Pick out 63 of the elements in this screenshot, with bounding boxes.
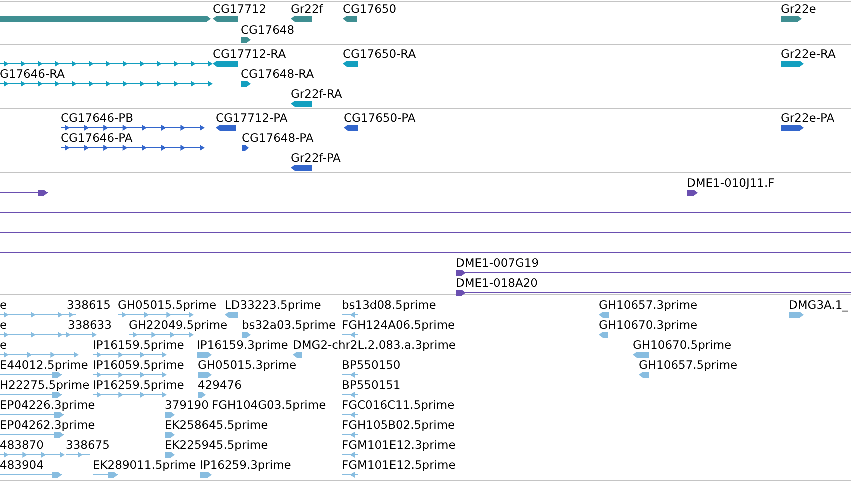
feature-label: IP16059.5prime (93, 358, 184, 372)
feature-label: Gr22e-RA (781, 47, 836, 61)
feature-label: 338633 (68, 318, 112, 332)
feature-label: EK225945.5prime (165, 438, 268, 452)
feature-label: Gr22e-PA (781, 111, 835, 125)
feature-label: FGH105B02.5prime (342, 418, 456, 432)
feature-label: 483904 (0, 458, 44, 472)
feature-label: EP04226.3prime (0, 398, 96, 412)
feature-label: Gr22f-PA (291, 151, 341, 165)
feature-label: DME1-018A20 (456, 276, 538, 290)
feature-label: CG17646-PB (61, 111, 134, 125)
feature-label: bs32a03.5prime (242, 318, 336, 332)
feature-label: EK258645.5prime (165, 418, 268, 432)
feature-label: 379190 (165, 398, 209, 412)
feature-label: IP16259.5prime (93, 378, 184, 392)
feature-label: DMG3A.1_ (789, 298, 848, 312)
feature-label: GH05015.5prime (118, 298, 217, 312)
feature-label: CG17712-PA (216, 111, 288, 125)
feature-label: BP550151 (342, 378, 401, 392)
feature-label: Gr22f (291, 2, 324, 16)
feature-label: Gr22f-RA (291, 87, 342, 101)
feature-label: CG17646-PA (61, 131, 133, 145)
feature-label: Gr22e (781, 2, 816, 16)
feature-label: CG17648-PA (242, 131, 314, 145)
feature-label: G17646-RA (0, 67, 66, 81)
feature-label: IP16159.5prime (93, 338, 184, 352)
feature-label: FGH104G03.5prime (212, 398, 326, 412)
feature-label: H22275.5prime (0, 378, 90, 392)
feature-label: 338675 (66, 438, 110, 452)
feature-label: IP16159.3prime (197, 338, 288, 352)
feature-label: CG17650 (343, 2, 397, 16)
feature-label: FGH124A06.5prime (342, 318, 456, 332)
feature-label: GH05015.3prime (198, 358, 297, 372)
feature-label: e (0, 298, 8, 312)
feature-label: FGM101E12.5prime (342, 458, 456, 472)
feature-label: e (0, 318, 8, 332)
feature-label: bs13d08.5prime (342, 298, 436, 312)
feature-label: DMG2-chr2L.2.083.a.3prime (293, 338, 456, 352)
feature-label: GH10670.5prime (633, 338, 732, 352)
feature-label: FGM101E12.3prime (342, 438, 456, 452)
feature-label: 338615 (67, 298, 111, 312)
feature-label: FGC016C11.5prime (342, 398, 455, 412)
feature-label: E44012.5prime (0, 358, 88, 372)
feature-label: CG17648 (241, 23, 295, 37)
feature-label: CG17712 (213, 2, 267, 16)
feature-label: 483870 (0, 438, 44, 452)
feature-label: DME1-010J11.F (687, 176, 775, 190)
feature-label: EP04262.3prime (0, 418, 96, 432)
feature-label: DME1-007G19 (456, 256, 540, 270)
feature-label: GH10670.3prime (599, 318, 698, 332)
feature-label: CG17650-RA (343, 47, 416, 61)
feature-label: 429476 (198, 378, 242, 392)
feature-label: GH22049.5prime (129, 318, 228, 332)
feature-label: EK289011.5prime (93, 458, 196, 472)
feature-label: LD33223.5prime (225, 298, 322, 312)
feature-label: IP16259.3prime (200, 458, 292, 472)
feature-label: e (0, 338, 8, 352)
feature-label: CG17712-RA (213, 47, 286, 61)
feature-label: GH10657.3prime (599, 298, 698, 312)
feature-label: CG17648-RA (241, 67, 314, 81)
feature-label: GH10657.5prime (639, 358, 738, 372)
feature-label: CG17650-PA (344, 111, 416, 125)
feature-label: BP550150 (342, 358, 401, 372)
